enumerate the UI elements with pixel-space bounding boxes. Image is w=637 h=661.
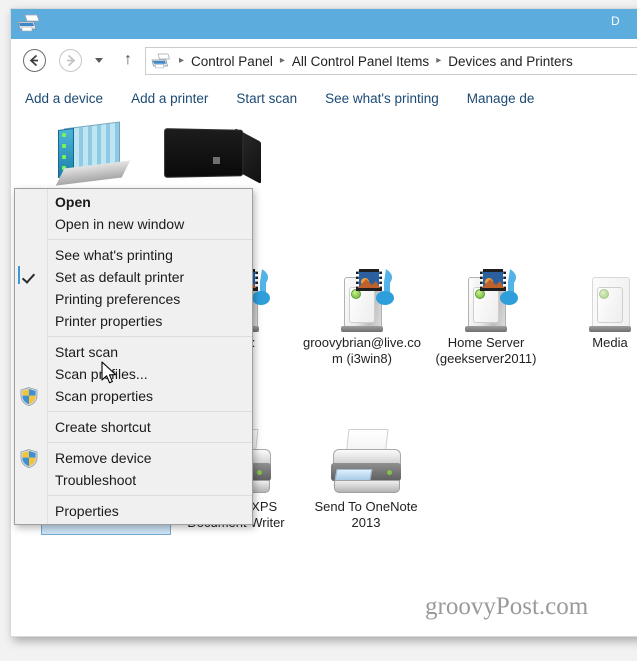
menu-item-label: Open in new window [55,216,185,232]
manage-devices-button[interactable]: Manage de [453,87,549,110]
menu-item-label: Set as default printer [55,269,185,285]
tablet-icon [164,115,261,187]
forward-button[interactable] [59,49,82,72]
networked-pc-media-icon [464,259,518,332]
menu-item-label: Printer properties [55,313,163,329]
menu-item-create-shortcut[interactable]: Create shortcut [15,416,252,438]
uac-shield-icon [18,386,39,407]
context-menu: Open Open in new window See what's print… [14,188,253,525]
start-scan-button[interactable]: Start scan [222,87,311,110]
devices-and-printers-icon [150,53,172,70]
command-bar: Add a device Add a printer Start scan Se… [11,81,637,116]
menu-item-label: Troubleshoot [55,472,137,488]
networked-pc-media-icon [340,259,394,332]
menu-item-printer-properties[interactable]: Printer properties [15,310,252,332]
uac-shield-icon [18,448,39,469]
menu-item-label: See what's printing [55,247,173,263]
device-label: Send To OneNote 2013 [314,499,418,530]
breadcrumb-item-all-control-panel-items[interactable]: All Control Panel Items [290,54,431,69]
media-streaming-badge-icon [356,267,402,309]
printer-icon [331,429,401,495]
window-title: D [611,14,620,28]
menu-item-troubleshoot[interactable]: Troubleshoot [15,469,252,491]
device-tile-groovybrian[interactable]: groovybrian@live.com (i3win8) [300,255,424,367]
router-icon [54,115,136,187]
back-button[interactable] [23,49,46,72]
device-label: Media [592,335,628,350]
menu-item-printing-preferences[interactable]: Printing preferences [15,288,252,310]
menu-item-label: Properties [55,503,119,519]
menu-separator [48,442,252,443]
menu-item-scan-properties[interactable]: Scan properties [15,385,252,407]
menu-item-properties[interactable]: Properties [15,500,252,522]
device-tile-home-server[interactable]: Home Server (geekserver2011) [424,255,548,367]
menu-item-start-scan[interactable]: Start scan [15,341,252,363]
menu-separator [48,239,252,240]
device-label: Home Server (geekserver2011) [435,335,537,366]
mouse-cursor-icon [101,361,119,387]
breadcrumb-separator-1: ▸ [279,55,285,66]
menu-item-label: Printing preferences [55,291,181,307]
menu-separator [48,495,252,496]
menu-item-label: Open [55,194,91,210]
breadcrumb[interactable]: ▸ Control Panel ▸ All Control Panel Item… [145,47,637,75]
menu-item-label: Start scan [55,344,119,360]
device-tile-send-to-onenote[interactable]: Send To OneNote 2013 [301,425,431,535]
menu-item-open[interactable]: Open [15,191,252,213]
address-bar: ↑ ▸ Control Panel ▸ All Control Panel It… [11,39,637,82]
breadcrumb-item-devices-and-printers[interactable]: Devices and Printers [446,54,575,69]
menu-item-set-as-default-printer[interactable]: Set as default printer [15,266,252,288]
watermark: groovyPost.com [425,593,589,620]
title-bar: D [11,9,637,39]
add-a-printer-button[interactable]: Add a printer [117,87,222,110]
add-a-device-button[interactable]: Add a device [11,87,117,110]
media-streaming-badge-icon [480,267,526,309]
menu-item-remove-device[interactable]: Remove device [15,447,252,469]
device-tile-media[interactable]: Media [548,255,637,367]
networked-pc-dim-icon [588,259,632,332]
breadcrumb-separator-2: ▸ [436,55,442,66]
device-label: groovybrian@live.com (i3win8) [303,335,421,366]
recent-locations-chevron-down-icon[interactable] [95,58,103,63]
screen-root: D ↑ ▸ Control Panel ▸ All Control Panel … [0,0,637,661]
printer-icon [16,14,42,34]
up-arrow-icon[interactable]: ↑ [119,50,137,70]
see-whats-printing-button[interactable]: See what's printing [311,87,453,110]
menu-item-see-whats-printing[interactable]: See what's printing [15,244,252,266]
menu-item-open-in-new-window[interactable]: Open in new window [15,213,252,235]
menu-item-label: Scan properties [55,388,154,404]
menu-separator [48,411,252,412]
breadcrumb-item-control-panel[interactable]: Control Panel [189,54,275,69]
breadcrumb-separator-0: ▸ [179,55,185,66]
menu-separator [48,336,252,337]
checked-checkbox-icon [18,266,39,287]
menu-item-label: Create shortcut [55,419,151,435]
menu-item-scan-profiles[interactable]: Scan profiles... [15,363,252,385]
menu-item-label: Remove device [55,450,152,466]
